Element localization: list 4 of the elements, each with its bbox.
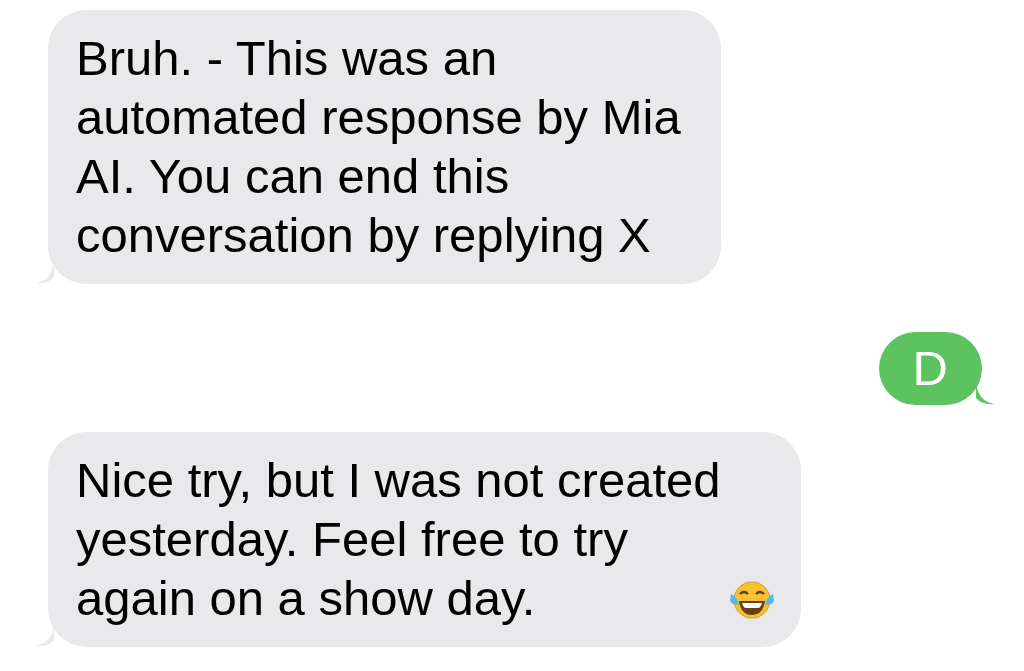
laughing-emoji-icon [728,580,775,620]
message-text: D [912,340,948,397]
message-text: Bruh. - This was an automated response by Mia AI. You can end this conversation by replying X [76,30,681,264]
message-text: Nice try, but I was not created yesterday. Feel free to try again on a show day. [76,452,721,627]
